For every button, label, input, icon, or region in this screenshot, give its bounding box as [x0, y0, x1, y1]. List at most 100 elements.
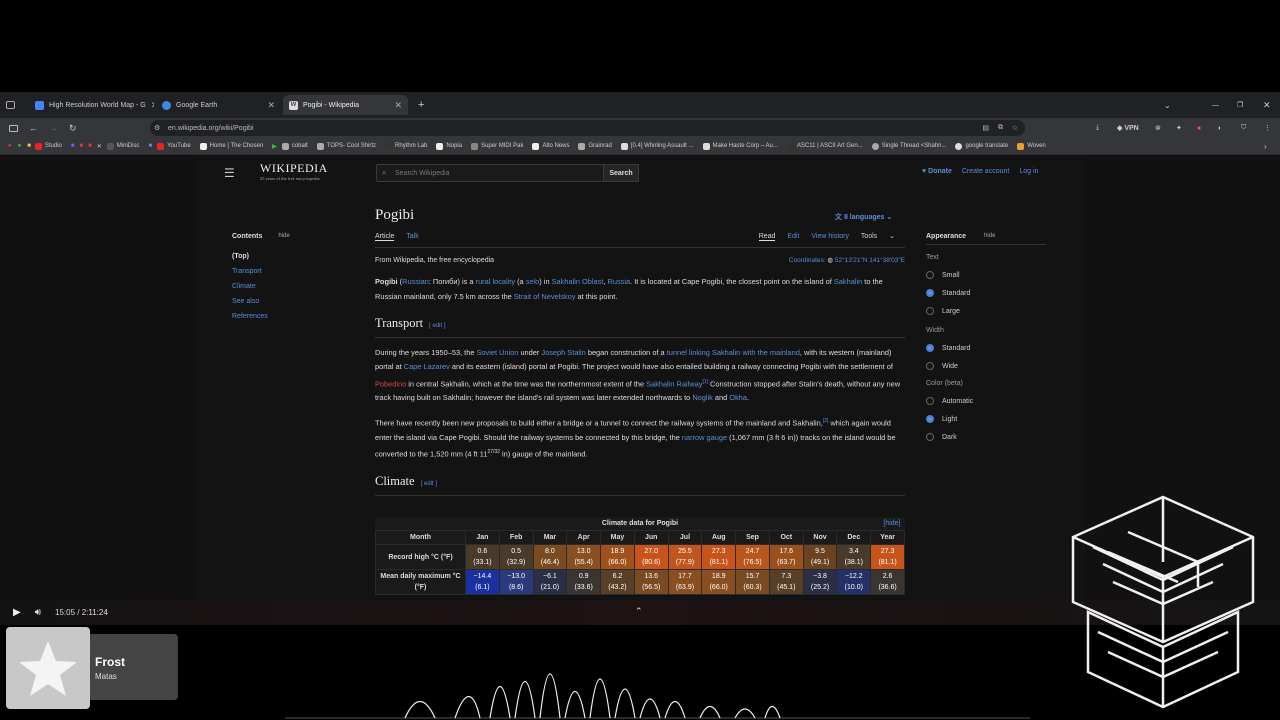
- link-cape-lazarev[interactable]: Cape Lazarev: [404, 362, 450, 371]
- link-pobedino[interactable]: Pobedino: [375, 379, 406, 388]
- download-icon[interactable]: ⤓: [1096, 124, 1099, 132]
- link-sakhalin[interactable]: Sakhalin: [834, 277, 862, 286]
- bookmark-icon[interactable]: ■: [27, 143, 31, 149]
- chevron-up-icon[interactable]: ⌃: [635, 606, 643, 617]
- text-small-radio[interactable]: Small: [926, 271, 1046, 279]
- link-sakhalin-oblast[interactable]: Sakhalin Oblast: [552, 277, 604, 286]
- bookmark-tops[interactable]: TOPS- Cool Shirtz: [316, 142, 376, 150]
- close-window-icon[interactable]: ✕: [1263, 100, 1271, 111]
- link-joseph-stalin[interactable]: Joseph Stalin: [541, 348, 585, 357]
- volume-icon[interactable]: 🔊︎: [35, 607, 41, 618]
- bookmark-woven[interactable]: Woven: [1017, 142, 1046, 150]
- bookmark-icon[interactable]: ■: [71, 143, 75, 149]
- minimize-icon[interactable]: —: [1212, 102, 1219, 109]
- languages-button[interactable]: 文 8 languages ⌄: [835, 212, 892, 222]
- bookmark-asc11[interactable]: ASC11 | ASCII Art Gen...: [786, 142, 863, 150]
- bookmark-youtube[interactable]: YouTube: [157, 142, 191, 150]
- bookmark-icon[interactable]: ■: [148, 143, 152, 149]
- extensions-puzzle-icon[interactable]: ✦: [1176, 124, 1182, 132]
- bookmark-super-midi-pak[interactable]: Super MIDI Pak: [471, 142, 523, 150]
- maximize-icon[interactable]: ❐: [1237, 101, 1243, 109]
- link-russia[interactable]: Russia: [608, 277, 631, 286]
- bookmark-rhythm-lab[interactable]: Rhythm Lab: [385, 142, 427, 150]
- vpn-button[interactable]: ◆ VPN: [1117, 124, 1139, 132]
- profile-icon[interactable]: ◐: [1218, 125, 1222, 132]
- text-large-radio[interactable]: Large: [926, 307, 1046, 315]
- tab-read[interactable]: Read: [758, 233, 776, 241]
- tab-article[interactable]: Article: [375, 233, 395, 241]
- bookmark-icon[interactable]: ●: [18, 143, 22, 149]
- play-icon[interactable]: ▶: [13, 607, 21, 618]
- link-okha[interactable]: Okha: [729, 393, 747, 402]
- wikipedia-logo[interactable]: WIKIPEDIA 25 years of the free encyclope…: [260, 161, 328, 181]
- toc-item-climate[interactable]: Climate: [232, 283, 290, 290]
- coordinates-label[interactable]: Coordinates:: [789, 257, 826, 264]
- tab-view-history[interactable]: View history: [811, 233, 849, 240]
- chevron-down-icon[interactable]: ⌄: [1164, 101, 1171, 110]
- reader-icon[interactable]: ▤: [982, 124, 989, 132]
- bookmark-grainrad[interactable]: Grainrad: [578, 142, 612, 150]
- link-selo[interactable]: selo: [526, 277, 540, 286]
- coordinates-value[interactable]: 52°13′21″N 141°38′03″E: [835, 257, 905, 264]
- toc-item-top[interactable]: (Top): [232, 253, 290, 260]
- search-button[interactable]: Search: [603, 164, 639, 182]
- menu-icon[interactable]: ⋮: [1264, 124, 1271, 132]
- toc-hide-button[interactable]: hide: [278, 233, 289, 240]
- appearance-hide-button[interactable]: hide: [984, 233, 995, 240]
- translate-icon[interactable]: ⧉: [998, 124, 1003, 132]
- reload-icon[interactable]: ↻: [69, 123, 77, 134]
- text-standard-radio[interactable]: Standard: [926, 289, 1046, 297]
- url-field[interactable]: ⚙ en.wikipedia.org/wiki/Pogibi ▤ ⧉ ☆: [150, 120, 1025, 136]
- extension-icon[interactable]: ⊗: [1155, 124, 1161, 132]
- site-info-icon[interactable]: ⚙: [154, 124, 160, 132]
- tab-google-earth[interactable]: Google Earth ✕: [156, 95, 281, 115]
- width-wide-radio[interactable]: Wide: [926, 362, 1046, 370]
- toc-item-see-also[interactable]: See also: [232, 298, 290, 305]
- toc-item-references[interactable]: References: [232, 313, 290, 320]
- bookmark-icon[interactable]: ▶: [272, 143, 277, 150]
- bookmark-studio[interactable]: Studio: [34, 142, 62, 150]
- bookmark-make-haste[interactable]: Make Haste Corp – Au...: [702, 142, 778, 150]
- toc-item-transport[interactable]: Transport: [232, 268, 290, 275]
- bookmark-cobalt[interactable]: cobalt: [281, 142, 308, 150]
- bookmark-star-icon[interactable]: ☆: [1012, 124, 1018, 132]
- link-narrow-gauge[interactable]: narrow gauge: [682, 433, 727, 442]
- bookmark-icon[interactable]: ■: [80, 143, 84, 149]
- link-rural-locality[interactable]: rural locality: [476, 277, 515, 286]
- tab-tools[interactable]: Tools ⌄: [861, 233, 905, 240]
- link-soviet-union[interactable]: Soviet Union: [476, 348, 518, 357]
- sidebar-toggle-icon[interactable]: [9, 124, 18, 132]
- bookmark-minidisc[interactable]: MiniDisc: [106, 142, 139, 150]
- new-tab-button[interactable]: +: [418, 99, 424, 111]
- bookmark-icon[interactable]: ●: [8, 143, 12, 149]
- tab-talk[interactable]: Talk: [406, 233, 418, 240]
- width-standard-radio[interactable]: Standard: [926, 344, 1046, 352]
- login-link[interactable]: Log in: [1019, 168, 1038, 175]
- donate-link[interactable]: ♥ Donate: [922, 168, 952, 175]
- bookmark-nopia[interactable]: Nopia: [436, 142, 462, 150]
- globe-icon[interactable]: ◍: [827, 257, 833, 264]
- search-input[interactable]: ⌕ Search Wikipedia: [376, 164, 634, 182]
- link-tunnel[interactable]: tunnel linking Sakhalin with the mainlan…: [667, 348, 800, 357]
- bookmark-icon[interactable]: ✕: [97, 143, 102, 150]
- edit-section-link[interactable]: [ edit ]: [421, 481, 437, 487]
- create-account-link[interactable]: Create account: [962, 168, 1009, 175]
- climate-hide-button[interactable]: [hide]: [883, 518, 900, 529]
- color-light-radio[interactable]: Light: [926, 415, 1046, 423]
- color-dark-radio[interactable]: Dark: [926, 433, 1046, 441]
- notification-icon[interactable]: ●: [1197, 125, 1201, 132]
- bookmark-whirling-assault[interactable]: [0.4] Whirling Assault ...: [620, 142, 694, 150]
- bookmark-icon[interactable]: ■: [88, 143, 92, 149]
- bookmark-single-thread[interactable]: Single Thread <Shahn...: [871, 142, 946, 150]
- link-noglik[interactable]: Noglik: [692, 393, 713, 402]
- color-automatic-radio[interactable]: Automatic: [926, 397, 1046, 405]
- link-sakhalin-railway[interactable]: Sakhalin Railway: [646, 379, 702, 388]
- bookmark-google-translate[interactable]: google translate: [955, 142, 1008, 150]
- back-icon[interactable]: ←: [29, 123, 38, 133]
- close-icon[interactable]: ✕: [267, 100, 275, 111]
- tab-pogibi-wikipedia[interactable]: W Pogibi - Wikipedia ✕: [283, 95, 408, 115]
- bookmark-alto-news[interactable]: Alto News: [532, 142, 569, 150]
- shield-icon[interactable]: ⛉: [1241, 124, 1246, 132]
- close-icon[interactable]: ✕: [151, 100, 154, 111]
- bookmark-the-chosen[interactable]: Home | The Chosen: [199, 142, 263, 150]
